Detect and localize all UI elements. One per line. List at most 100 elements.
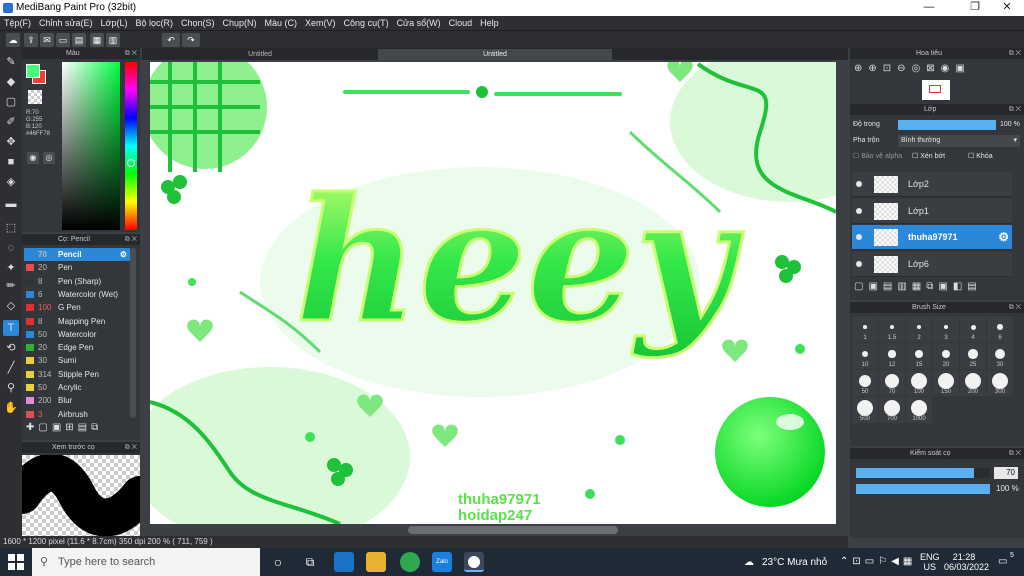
share-icon[interactable]: ⇪	[24, 33, 38, 47]
visibility-eye-icon[interactable]	[856, 234, 862, 240]
weather-text[interactable]: 23°C Mưa nhỏ	[762, 557, 827, 568]
operation-tool-icon[interactable]: ⟲	[3, 340, 19, 356]
redo-icon[interactable]: ↷	[182, 33, 200, 47]
select-tool-icon[interactable]: ⬚	[3, 220, 19, 236]
layer-opacity-slider[interactable]	[898, 120, 996, 130]
clock[interactable]: 21:28 06/03/2022	[944, 552, 989, 572]
brush-size-preset[interactable]: 1.5	[879, 316, 905, 342]
fill-rect-tool-icon[interactable]: ■	[3, 154, 19, 170]
brush-size-preset[interactable]: 1000	[906, 397, 932, 423]
blend-mode-select[interactable]: Bình thường ▾	[898, 135, 1020, 147]
brush-size-preset[interactable]: 3	[933, 316, 959, 342]
brush-size-preset[interactable]: 70	[879, 370, 905, 396]
divide-tool-icon[interactable]: ╱	[3, 360, 19, 376]
color-wheel-icon[interactable]: ◎	[43, 152, 55, 164]
brush-size-preset[interactable]: 15	[906, 343, 932, 369]
panel-close-icon[interactable]: ⧉ ✕	[125, 442, 137, 453]
weather-icon[interactable]: ☁	[744, 557, 754, 568]
saturation-value-picker[interactable]	[62, 62, 120, 230]
grid-icon[interactable]: ▦	[90, 33, 104, 47]
pen-tool-icon[interactable]: ✐	[3, 114, 19, 130]
brush-size-value[interactable]: 70	[994, 467, 1018, 479]
brush-settings-gear-icon[interactable]: ⚙	[120, 248, 127, 261]
file-explorer-icon[interactable]	[366, 552, 386, 572]
brush-size-preset[interactable]: 150	[933, 370, 959, 396]
hue-slider[interactable]	[125, 62, 137, 230]
brush-size-slider[interactable]	[856, 468, 990, 478]
menu-cloud[interactable]: Cloud	[449, 18, 473, 28]
layer-row[interactable]: Lớp2	[852, 172, 1012, 197]
menu-edit[interactable]: Chỉnh sửa(E)	[39, 18, 93, 28]
cortana-icon[interactable]: ○	[268, 552, 288, 572]
brush-size-preset[interactable]: 50	[852, 370, 878, 396]
brush-size-preset[interactable]: 30	[987, 343, 1013, 369]
brush-size-preset[interactable]: 25	[960, 343, 986, 369]
cloud-icon[interactable]: ☁	[6, 33, 20, 47]
brush-list-scrollbar[interactable]	[130, 248, 136, 418]
brush-item[interactable]: 100 G Pen	[24, 301, 130, 314]
layout-icon[interactable]: ▥	[106, 33, 120, 47]
dot-tool-icon[interactable]: ▢	[3, 94, 19, 110]
brush-size-preset[interactable]: 20	[933, 343, 959, 369]
menu-file[interactable]: Tệp(F)	[4, 18, 31, 28]
drawing-canvas[interactable]: heey thuha97971 hoidap247	[150, 62, 836, 524]
eyedropper-tool-icon[interactable]: ⚲	[3, 380, 19, 396]
mail-icon[interactable]	[334, 552, 354, 572]
menu-layer[interactable]: Lớp(L)	[101, 18, 128, 28]
brush-item[interactable]: 70 Pencil ⚙	[24, 248, 130, 261]
brush-size-preset[interactable]: 500	[852, 397, 878, 423]
menu-view[interactable]: Xem(V)	[305, 18, 336, 28]
panel-close-icon[interactable]: ⧉ ✕	[1009, 302, 1021, 313]
brush-item[interactable]: 314 Stipple Pen	[24, 368, 130, 381]
brush-item[interactable]: 200 Blur	[24, 394, 130, 407]
brush-size-preset[interactable]: 300	[987, 370, 1013, 396]
undo-icon[interactable]: ↶	[162, 33, 180, 47]
chrome-icon[interactable]	[400, 552, 420, 572]
brush-size-preset[interactable]: 10	[852, 343, 878, 369]
visibility-eye-icon[interactable]	[856, 207, 862, 214]
message-icon[interactable]: ▭	[56, 33, 70, 47]
magic-wand-tool-icon[interactable]: ✦	[3, 260, 19, 276]
language-indicator[interactable]: ENG US	[920, 552, 940, 572]
navigator-zoom-controls[interactable]: ⊕⊕⊡⊖◎⊠◉▣	[854, 63, 971, 74]
brush-size-preset[interactable]: 6	[987, 316, 1013, 342]
panel-close-icon[interactable]: ⧉ ✕	[1009, 104, 1021, 115]
canvas-horizontal-scrollbar[interactable]	[408, 526, 618, 534]
tab-untitled-2[interactable]: Untitled	[378, 49, 612, 60]
windows-start-icon[interactable]	[8, 554, 24, 570]
panel-close-icon[interactable]: ⧉ ✕	[1009, 448, 1021, 459]
lock-checkbox[interactable]: ☐ Khóa	[968, 152, 993, 160]
task-view-icon[interactable]: ⧉	[300, 552, 320, 572]
menu-window[interactable]: Cửa sổ(W)	[397, 18, 441, 28]
close-button[interactable]: ✕	[992, 0, 1022, 16]
transparent-color-swatch[interactable]	[28, 90, 42, 104]
brush-item[interactable]: 30 Sumi	[24, 354, 130, 367]
maximize-button[interactable]: ❐	[960, 0, 990, 16]
panel-close-icon[interactable]: ⧉ ✕	[125, 48, 137, 59]
move-tool-icon[interactable]: ✥	[3, 134, 19, 150]
menu-filter[interactable]: Bộ lọc(R)	[135, 18, 173, 28]
tab-untitled-1[interactable]: Untitled	[142, 49, 378, 60]
taskbar-search-box[interactable]: ⚲ Type here to search	[32, 548, 260, 576]
brush-item[interactable]: 20 Pen	[24, 261, 130, 274]
brush-item[interactable]: 50 Acrylic	[24, 381, 130, 394]
hand-tool-icon[interactable]: ✋	[3, 400, 19, 416]
menu-select[interactable]: Chọn(S)	[181, 18, 215, 28]
menu-color[interactable]: Màu (C)	[265, 18, 298, 28]
comment-icon[interactable]: ✉	[40, 33, 54, 47]
brush-size-preset[interactable]: 200	[960, 370, 986, 396]
brush-size-preset[interactable]: 100	[906, 370, 932, 396]
brush-item[interactable]: 6 Watercolor (Wet)	[24, 288, 130, 301]
brush-size-preset[interactable]: 4	[960, 316, 986, 342]
menu-tools[interactable]: Công cụ(T)	[344, 18, 389, 28]
hue-handle[interactable]	[127, 159, 135, 167]
panel-close-icon[interactable]: ⧉ ✕	[125, 234, 137, 245]
visibility-eye-icon[interactable]	[856, 260, 862, 267]
eraser-tool-icon[interactable]: ◆	[3, 74, 19, 90]
clipping-checkbox[interactable]: ☐ Xén bớt	[912, 152, 945, 160]
select-pen-tool-icon[interactable]: ✏	[3, 278, 19, 294]
menu-help[interactable]: Help	[480, 18, 499, 28]
brush-item[interactable]: 8 Pen (Sharp)	[24, 275, 130, 288]
protect-alpha-checkbox[interactable]: ☐ Bảo vệ alpha	[853, 152, 902, 160]
foreground-color-swatch[interactable]	[26, 64, 40, 78]
